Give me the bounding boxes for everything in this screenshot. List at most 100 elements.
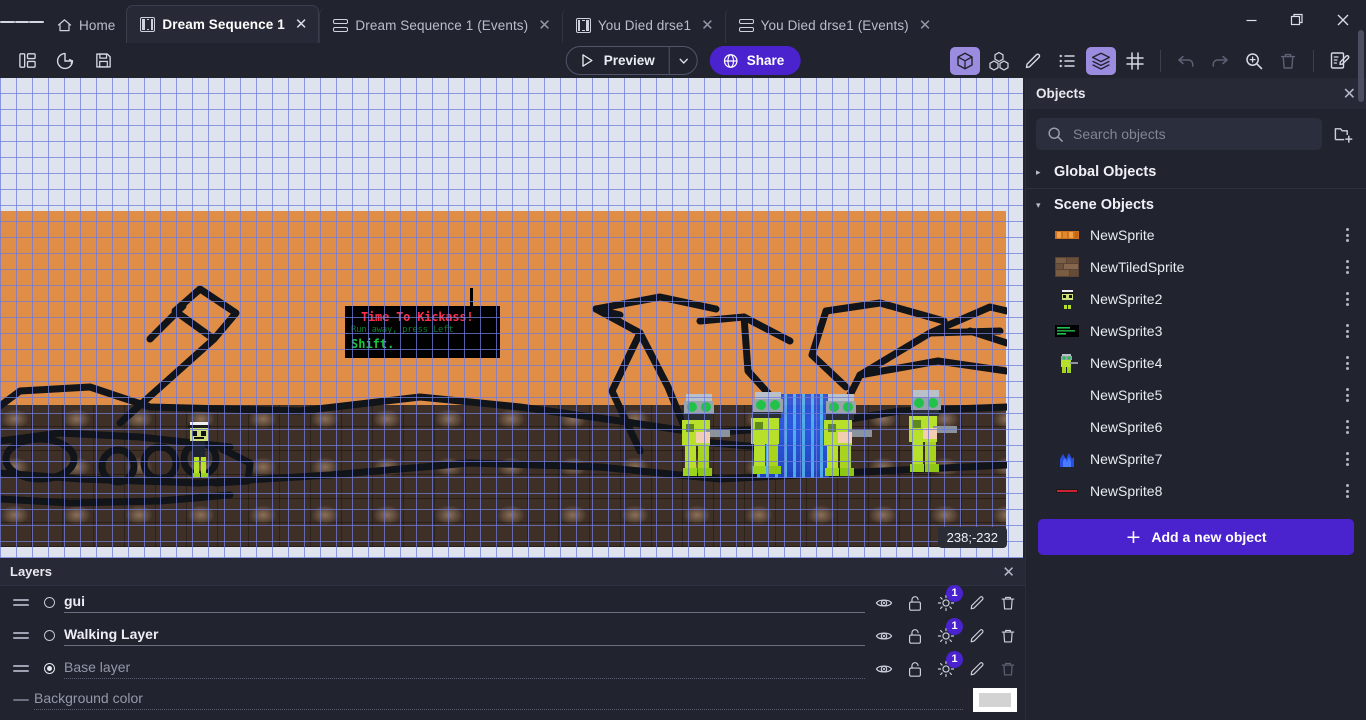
object-item-newsprite2[interactable]: NewSprite2 — [1026, 283, 1366, 315]
close-icon[interactable]: ✕ — [1002, 563, 1015, 581]
object-item-newsprite6[interactable]: NewSprite6 — [1026, 411, 1366, 443]
layer-name[interactable]: Base layer — [64, 659, 865, 679]
eye-icon[interactable] — [875, 627, 893, 645]
scene-icon — [575, 18, 591, 33]
delete-icon[interactable] — [999, 594, 1017, 612]
layer-row[interactable]: gui 1 — [0, 584, 1025, 619]
tab-bar: Home Dream Sequence 1 ✕ Dream Sequence 1… — [44, 0, 942, 43]
object-groups-icon[interactable] — [984, 47, 1014, 75]
kebab-icon[interactable] — [1340, 260, 1354, 274]
drag-handle[interactable] — [8, 599, 34, 606]
soldier-sprite[interactable] — [676, 392, 732, 480]
object-name: NewSprite3 — [1090, 323, 1163, 339]
delete-icon[interactable] — [999, 627, 1017, 645]
tab-you-died-drse1-events[interactable]: You Died drse1 (Events) ✕ — [724, 8, 943, 43]
object-item-newsprite5[interactable]: NewSprite5 — [1026, 379, 1366, 411]
layer-select-radio[interactable] — [34, 597, 64, 608]
layers-scrollbar[interactable] — [1358, 30, 1364, 102]
new-folder-icon[interactable] — [1330, 121, 1356, 147]
layer-name[interactable]: Walking Layer — [64, 626, 865, 646]
player-sprite[interactable] — [182, 418, 216, 480]
background-color-row[interactable]: Background color — [0, 685, 1025, 715]
preview-options-button[interactable] — [668, 47, 697, 74]
scene-canvas[interactable]: Time To Kickass! Run away, press Left Sh… — [0, 78, 1025, 558]
zoom-icon[interactable] — [1239, 47, 1269, 75]
save-icon[interactable] — [88, 47, 118, 75]
unlock-icon[interactable] — [906, 594, 924, 612]
layer-name[interactable]: gui — [64, 593, 865, 613]
preview-button[interactable]: Preview — [567, 47, 669, 74]
history-icon[interactable] — [50, 47, 80, 75]
kebab-icon[interactable] — [1340, 484, 1354, 498]
text-sign-object[interactable]: Time To Kickass! Run away, press Left Sh… — [345, 306, 500, 358]
group-scene-objects[interactable]: ▾ Scene Objects — [1026, 191, 1366, 219]
layer-row[interactable]: Base layer 1 — [0, 650, 1025, 685]
object-item-newtiledsprite[interactable]: NewTiledSprite — [1026, 251, 1366, 283]
kebab-icon[interactable] — [1340, 452, 1354, 466]
grid-icon[interactable] — [1120, 47, 1150, 75]
main-menu-button[interactable] — [0, 0, 45, 43]
edit-icon[interactable] — [968, 594, 986, 612]
minimize-button[interactable] — [1228, 0, 1274, 40]
eye-icon[interactable] — [875, 594, 893, 612]
kebab-icon[interactable] — [1340, 324, 1354, 338]
search-input[interactable] — [1073, 126, 1311, 142]
layer-select-radio[interactable] — [34, 663, 64, 674]
group-global-objects[interactable]: ▸ Global Objects — [1026, 158, 1366, 186]
tab-home[interactable]: Home — [44, 8, 126, 43]
chevron-right-icon[interactable]: ▸ — [1036, 167, 1046, 178]
drag-handle[interactable] — [8, 632, 34, 639]
unlock-icon[interactable] — [906, 660, 924, 678]
object-thumbnail — [1061, 290, 1074, 309]
tab-label: Home — [79, 18, 116, 33]
edit-icon[interactable] — [968, 660, 986, 678]
tab-close-button[interactable]: ✕ — [295, 17, 308, 32]
close-icon[interactable]: ✕ — [1343, 84, 1356, 103]
layer-select-radio[interactable] — [34, 630, 64, 641]
lighting-icon[interactable]: 1 — [937, 584, 963, 612]
chevron-down-icon[interactable]: ▾ — [1036, 200, 1046, 211]
lighting-icon[interactable]: 1 — [937, 650, 963, 678]
soldier-sprite[interactable] — [903, 388, 959, 476]
objects-icon[interactable] — [950, 46, 980, 75]
maximize-button[interactable] — [1274, 0, 1320, 40]
instances-list-icon[interactable] — [1052, 47, 1082, 75]
edit-icon[interactable] — [968, 627, 986, 645]
trash-icon[interactable] — [1273, 47, 1303, 75]
kebab-icon[interactable] — [1340, 420, 1354, 434]
object-thumbnail — [1055, 257, 1079, 277]
background-color-swatch[interactable] — [973, 688, 1017, 712]
kebab-icon[interactable] — [1340, 388, 1354, 402]
soldier-sprite[interactable] — [818, 392, 874, 480]
soldier-sprite[interactable] — [745, 390, 801, 478]
unlock-icon[interactable] — [906, 627, 924, 645]
panels-icon[interactable] — [12, 47, 42, 75]
tab-close-button[interactable]: ✕ — [538, 18, 551, 33]
open-editor-icon[interactable] — [1324, 47, 1354, 75]
share-button[interactable]: Share — [709, 46, 801, 75]
tab-dream-sequence-1-events[interactable]: Dream Sequence 1 (Events) ✕ — [319, 8, 561, 43]
object-item-newsprite[interactable]: NewSprite — [1026, 219, 1366, 251]
redo-icon[interactable] — [1205, 47, 1235, 75]
layers-icon[interactable] — [1086, 46, 1116, 75]
tab-dream-sequence-1[interactable]: Dream Sequence 1 ✕ — [126, 5, 320, 43]
add-new-object-button[interactable]: + Add a new object — [1038, 519, 1354, 555]
object-item-newsprite3[interactable]: NewSprite3 — [1026, 315, 1366, 347]
object-item-newsprite7[interactable]: NewSprite7 — [1026, 443, 1366, 475]
kebab-icon[interactable] — [1340, 292, 1354, 306]
tab-close-button[interactable]: ✕ — [701, 18, 714, 33]
object-item-newsprite8[interactable]: NewSprite8 — [1026, 475, 1366, 507]
object-item-newsprite4[interactable]: NewSprite4 — [1026, 347, 1366, 379]
layer-row[interactable]: Walking Layer 1 — [0, 617, 1025, 652]
undo-icon[interactable] — [1171, 47, 1201, 75]
lighting-icon[interactable]: 1 — [937, 617, 963, 645]
kebab-icon[interactable] — [1340, 356, 1354, 370]
tab-you-died-drse1[interactable]: You Died drse1 ✕ — [561, 8, 725, 43]
drag-handle[interactable] — [8, 665, 34, 672]
tab-close-button[interactable]: ✕ — [919, 18, 932, 33]
search-objects-box[interactable] — [1036, 118, 1322, 150]
kebab-icon[interactable] — [1340, 228, 1354, 242]
properties-icon[interactable] — [1018, 47, 1048, 75]
eye-icon[interactable] — [875, 660, 893, 678]
toolbar-right-group — [950, 46, 1354, 75]
